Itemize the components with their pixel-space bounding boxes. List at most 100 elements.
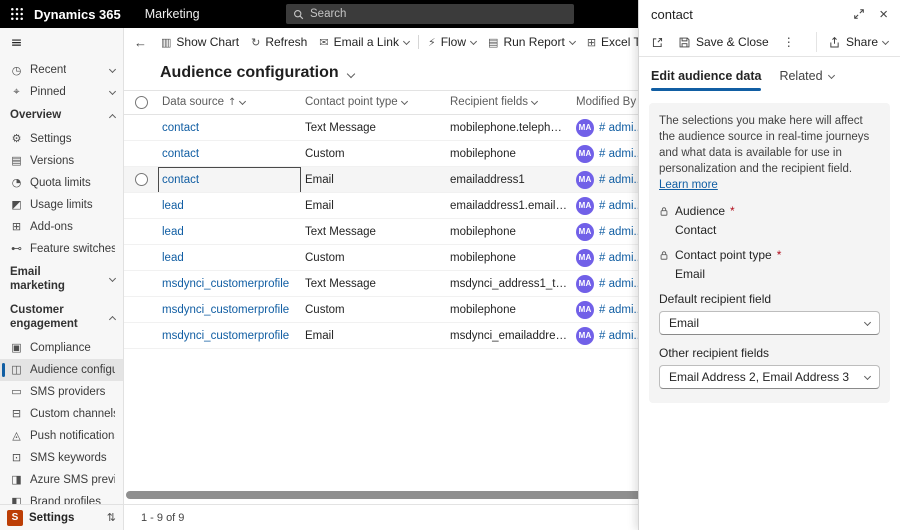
refresh-button[interactable]: ↻ Refresh	[245, 31, 313, 53]
sidebar-item-settings[interactable]: ⚙ Settings	[0, 128, 123, 150]
sidebar-item-sms-providers[interactable]: ▭ SMS providers	[0, 381, 123, 403]
column-header-recipient-fields[interactable]: Recipient fields	[446, 91, 572, 114]
data-source-link[interactable]: contact	[162, 174, 199, 186]
chevron-down-icon	[530, 97, 539, 106]
data-source-link[interactable]: msdynci_customerprofile	[162, 304, 289, 316]
sidebar-item-recent[interactable]: ◷ Recent	[0, 59, 123, 81]
contact-point-type-value: Email	[675, 267, 706, 282]
learn-more-link[interactable]: Learn more	[659, 179, 718, 191]
sidebar-item-azure-sms-preview[interactable]: ◨ Azure SMS preview	[0, 469, 123, 491]
flow-button[interactable]: ⚡ Flow	[422, 31, 482, 53]
email-a-link-button[interactable]: ✉ Email a Link	[313, 31, 415, 53]
sidebar-item-brand-profiles[interactable]: ◧ Brand profiles	[0, 491, 123, 504]
back-button[interactable]: ←	[126, 31, 155, 54]
sidebar-item-push-notifications[interactable]: ◬ Push notifications	[0, 425, 123, 447]
data-source-link[interactable]: msdynci_customerprofile	[162, 278, 289, 290]
sidebar-item-sms-keywords[interactable]: ⊡ SMS keywords	[0, 447, 123, 469]
keywords-icon: ⊡	[11, 451, 22, 465]
audience-field: Audience * Contact	[659, 204, 880, 237]
versions-icon: ▤	[11, 154, 22, 168]
flow-icon: ⚡	[427, 35, 436, 49]
info-text: The selections you make here will affect…	[659, 115, 870, 192]
select-all-checkbox[interactable]	[134, 96, 148, 109]
sidebar-item-add-ons[interactable]: ⊞ Add-ons	[0, 216, 123, 238]
avatar: MA	[576, 196, 594, 215]
popout-icon	[651, 36, 664, 49]
brand-title[interactable]: Dynamics 365	[34, 7, 121, 22]
expand-panel-icon[interactable]	[853, 8, 865, 20]
refresh-icon: ↻	[251, 35, 261, 49]
tab-edit-audience-data[interactable]: Edit audience data	[651, 69, 762, 91]
search-input[interactable]	[310, 8, 567, 20]
gear-icon: ⚙	[11, 132, 22, 146]
show-chart-button[interactable]: ▥ Show Chart	[155, 31, 245, 53]
share-button[interactable]: Share	[822, 32, 894, 52]
view-selector-chevron-icon[interactable]	[346, 69, 355, 79]
record-count: 1 - 9 of 9	[141, 511, 185, 524]
cloud-icon: ◨	[11, 473, 22, 487]
more-commands-button[interactable]: ⋮	[777, 32, 801, 52]
quota-icon: ◔	[11, 176, 22, 190]
data-source-link[interactable]: lead	[162, 200, 184, 212]
sidebar-item-compliance[interactable]: ▣ Compliance	[0, 337, 123, 359]
avatar: MA	[576, 170, 594, 189]
usage-icon: ◩	[11, 198, 22, 212]
required-asterisk: *	[730, 204, 735, 219]
column-header-data-source[interactable]: Data source ↑	[158, 91, 301, 114]
hamburger-menu-icon: ≡	[10, 35, 23, 51]
collapse-sidebar-button[interactable]: ≡	[0, 30, 123, 56]
back-arrow-icon: ←	[134, 34, 147, 50]
chart-icon: ▥	[161, 35, 172, 49]
data-source-link[interactable]: lead	[162, 252, 184, 264]
data-source-link[interactable]: contact	[162, 122, 199, 134]
more-vertical-icon: ⋮	[782, 35, 795, 49]
avatar: MA	[576, 144, 594, 163]
avatar: MA	[576, 222, 594, 241]
notification-icon: ◬	[12, 429, 21, 443]
sidebar-item-audience-configuration[interactable]: ◫ Audience configu...	[0, 358, 123, 381]
panel-tabs: Edit audience data Related	[639, 57, 900, 91]
run-report-button[interactable]: ▤ Run Report	[482, 31, 581, 53]
data-source-link[interactable]: contact	[162, 148, 199, 160]
sitemap-sidebar: ≡ ◷ Recent ⌖ Pinned Overview ⚙ Settings …	[0, 28, 124, 530]
toggle-icon: ⊷	[11, 242, 22, 256]
sidebar-item-quota-limits[interactable]: ◔ Quota limits	[0, 172, 123, 194]
lock-icon	[659, 250, 671, 261]
data-source-link[interactable]: lead	[162, 226, 184, 238]
default-recipient-dropdown[interactable]: Email	[659, 311, 880, 336]
other-recipient-dropdown[interactable]: Email Address 2, Email Address 3	[659, 365, 880, 390]
panel-header: contact ×	[639, 0, 900, 28]
app-name[interactable]: Marketing	[145, 7, 200, 21]
record-side-panel: contact × Save & Close ⋮ Share Edit audi…	[638, 0, 900, 530]
area-switcher[interactable]: S Settings ⇅	[0, 504, 123, 530]
data-source-link[interactable]: msdynci_customerprofile	[162, 330, 289, 342]
other-recipient-label: Other recipient fields	[659, 346, 770, 361]
page-title: Audience configuration	[160, 64, 339, 81]
sidebar-item-usage-limits[interactable]: ◩ Usage limits	[0, 194, 123, 216]
app-launcher-icon[interactable]	[10, 7, 34, 21]
row-checkbox[interactable]	[134, 173, 148, 186]
sidebar-group-email-marketing[interactable]: Email marketing	[0, 260, 123, 299]
global-search[interactable]	[286, 4, 574, 24]
sidebar-item-versions[interactable]: ▤ Versions	[0, 150, 123, 172]
save-and-close-button[interactable]: Save & Close	[672, 32, 775, 52]
tab-related[interactable]: Related	[779, 69, 835, 91]
lock-icon	[659, 206, 671, 217]
other-recipient-fields: Other recipient fields Email Address 2, …	[659, 346, 880, 390]
avatar: MA	[576, 300, 594, 319]
sidebar-item-feature-switches[interactable]: ⊷ Feature switches	[0, 238, 123, 260]
column-header-contact-point-type[interactable]: Contact point type	[301, 91, 446, 114]
sidebar-group-overview[interactable]: Overview	[0, 103, 123, 128]
sidebar-item-pinned[interactable]: ⌖ Pinned	[0, 81, 123, 103]
open-record-button[interactable]	[645, 33, 670, 52]
chevron-down-icon	[108, 87, 117, 95]
excel-icon: ⊞	[586, 35, 597, 49]
share-icon	[828, 36, 841, 49]
report-icon: ▤	[488, 35, 499, 49]
chevron-down-icon	[469, 37, 478, 45]
chevron-down-icon	[863, 318, 872, 327]
chevron-down-icon	[400, 97, 408, 106]
close-panel-icon[interactable]: ×	[879, 7, 888, 22]
sidebar-group-customer-engagement[interactable]: Customer engagement	[0, 298, 123, 337]
sidebar-item-custom-channels[interactable]: ⊟ Custom channels	[0, 403, 123, 425]
